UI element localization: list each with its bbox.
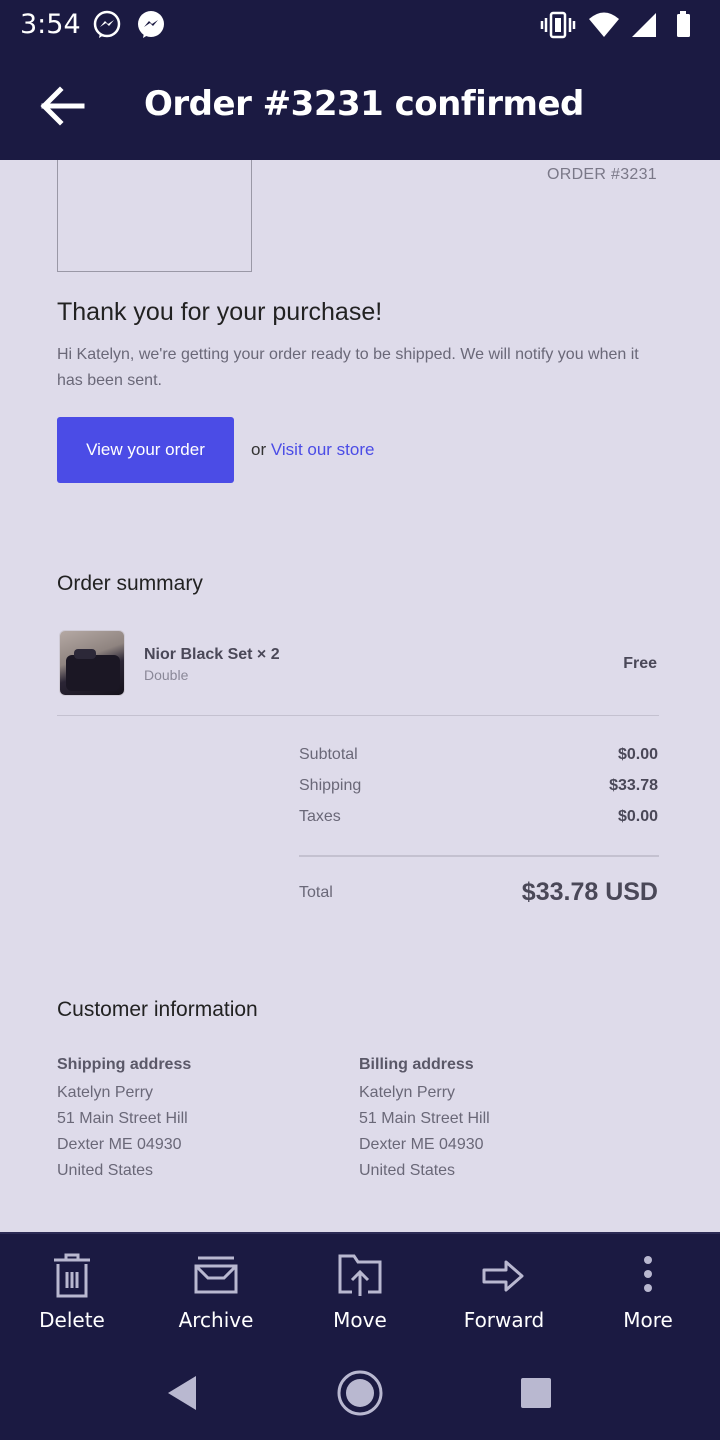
more-button[interactable]: More	[588, 1234, 708, 1344]
taxes-value: $0.00	[617, 808, 658, 825]
system-nav-bar	[0, 1344, 720, 1440]
nav-home-button[interactable]	[335, 1368, 385, 1418]
shipping-address-line: Dexter ME 04930	[57, 1136, 182, 1153]
billing-address-line: Dexter ME 04930	[359, 1136, 484, 1153]
app-bar: Order #3231 confirmed	[0, 52, 720, 160]
back-button[interactable]	[36, 82, 88, 130]
page-title: Order #3231 confirmed	[144, 84, 584, 124]
subtotal-label: Subtotal	[299, 746, 358, 763]
forward-label: Forward	[463, 1308, 545, 1332]
delete-button[interactable]: Delete	[12, 1234, 132, 1344]
email-action-bar: Delete Archive Move Forward More	[0, 1232, 720, 1344]
move-label: Move	[333, 1308, 387, 1332]
or-text: or Visit our store	[251, 440, 374, 460]
nav-recents-button[interactable]	[511, 1368, 561, 1418]
status-bar: 3:54	[0, 0, 720, 52]
shipping-address-line: 51 Main Street Hill	[57, 1110, 188, 1127]
triangle-back-icon	[168, 1376, 196, 1410]
shipping-address-heading: Shipping address	[57, 1056, 192, 1073]
order-message: Hi Katelyn, we're getting your order rea…	[57, 346, 639, 389]
shipping-value: $33.78	[609, 777, 658, 794]
thanks-heading: Thank you for your purchase!	[57, 298, 383, 326]
total-label: Total	[299, 884, 333, 901]
order-summary-title: Order summary	[57, 572, 203, 595]
item-name: Nior Black Set × 2	[144, 646, 280, 663]
move-to-folder-icon	[338, 1254, 382, 1296]
store-logo-placeholder	[57, 160, 252, 272]
vibrate-icon	[540, 10, 576, 45]
billing-address-line: United States	[359, 1162, 456, 1179]
item-variant: Double	[144, 667, 189, 683]
total-value: $33.78 USD	[521, 878, 658, 906]
move-button[interactable]: Move	[300, 1234, 420, 1344]
visit-store-link[interactable]: Visit our store	[271, 440, 375, 459]
billing-address-line: 51 Main Street Hill	[359, 1110, 490, 1127]
customer-info-title: Customer information	[57, 998, 258, 1021]
battery-icon	[674, 10, 694, 45]
nav-back-button[interactable]	[158, 1368, 208, 1418]
more-vertical-icon	[644, 1256, 652, 1292]
circle-home-icon	[337, 1370, 383, 1416]
divider	[57, 715, 659, 716]
square-recents-icon	[521, 1378, 551, 1408]
view-order-button[interactable]: View your order	[57, 417, 234, 483]
billing-address-heading: Billing address	[359, 1056, 474, 1073]
shipping-address-line: Katelyn Perry	[57, 1084, 154, 1101]
messenger-icon	[92, 10, 122, 45]
divider	[299, 855, 659, 857]
shipping-address-line: United States	[57, 1162, 154, 1179]
signal-icon	[632, 10, 658, 45]
archive-button[interactable]: Archive	[156, 1234, 276, 1344]
more-label: More	[623, 1308, 673, 1332]
taxes-label: Taxes	[299, 808, 341, 825]
trash-icon	[54, 1253, 90, 1298]
messenger-icon	[136, 10, 166, 45]
arrow-left-icon	[40, 86, 85, 126]
email-body: ORDER #3231 Thank you for your purchase!…	[0, 160, 720, 1232]
item-price: Free	[623, 655, 657, 672]
or-label: or	[251, 440, 267, 459]
status-time: 3:54	[20, 9, 81, 40]
product-thumbnail	[59, 630, 125, 696]
order-number-label: ORDER #3231	[546, 166, 657, 183]
forward-arrow-icon	[482, 1260, 524, 1292]
wifi-icon	[588, 10, 620, 45]
subtotal-value: $0.00	[617, 746, 658, 763]
archive-label: Archive	[178, 1308, 254, 1332]
shipping-label: Shipping	[299, 777, 362, 794]
billing-address-line: Katelyn Perry	[359, 1084, 456, 1101]
delete-label: Delete	[39, 1308, 105, 1332]
archive-icon	[194, 1256, 238, 1294]
forward-button[interactable]: Forward	[444, 1234, 564, 1344]
